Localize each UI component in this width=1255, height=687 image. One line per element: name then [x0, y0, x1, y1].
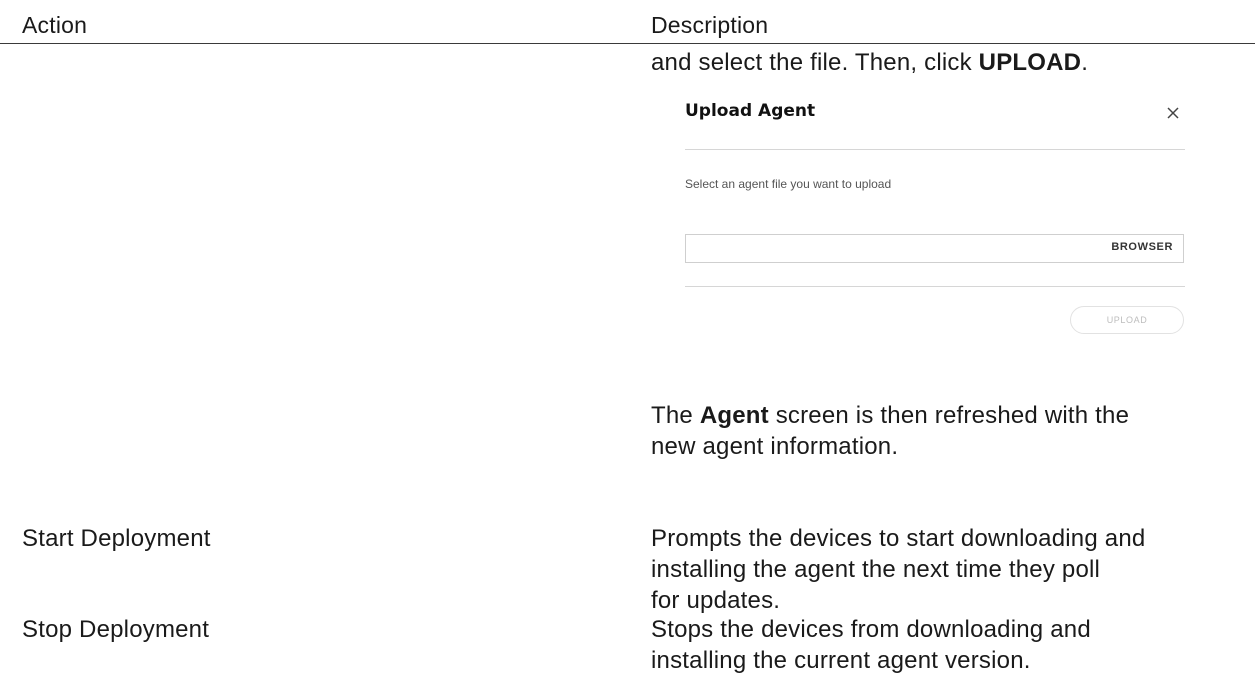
file-path-input[interactable] — [686, 235, 1086, 262]
stop-deployment-desc-line: installing the current agent version. — [651, 647, 1031, 674]
upload-agent-dialog: Upload Agent Select an agent file you wa… — [668, 92, 1198, 352]
dialog-prompt: Select an agent file you want to upload — [685, 177, 892, 191]
header-action: Action — [22, 12, 88, 38]
instruction-period: . — [1081, 49, 1089, 76]
dialog-title: Upload Agent — [685, 101, 816, 121]
table-header: Action Description — [0, 0, 1255, 44]
start-deployment-desc-line: Prompts the devices to start downloading… — [651, 525, 1146, 552]
result-line-2: new agent information. — [651, 433, 899, 460]
dialog-divider-bottom — [685, 286, 1185, 287]
instruction-text: and select the file. Then, click — [651, 49, 979, 76]
instruction-upload-keyword: UPLOAD — [978, 49, 1082, 76]
action-start-deployment: Start Deployment — [22, 525, 211, 552]
header-description: Description — [651, 12, 769, 38]
result-prefix: The — [651, 402, 700, 429]
document-page: Action Description and select the file. … — [0, 0, 1255, 687]
close-icon[interactable] — [1164, 104, 1182, 122]
upload-instruction: and select the file. Then, click UPLOAD. — [651, 47, 1088, 78]
action-stop-deployment: Stop Deployment — [22, 616, 210, 643]
stop-deployment-desc-line: Stops the devices from downloading and — [651, 616, 1091, 643]
dialog-divider-top — [685, 149, 1185, 150]
start-deployment-desc-line: for updates. — [651, 587, 781, 614]
file-picker: BROWSER — [685, 234, 1184, 263]
browse-button[interactable]: BROWSER — [1111, 241, 1173, 253]
start-deployment-desc-line: installing the agent the next time they … — [651, 556, 1101, 583]
result-suffix: screen is then refreshed with the — [768, 402, 1130, 429]
result-line-1: The Agent screen is then refreshed with … — [651, 400, 1129, 431]
result-agent-keyword: Agent — [699, 402, 769, 429]
upload-button[interactable]: UPLOAD — [1070, 306, 1184, 334]
